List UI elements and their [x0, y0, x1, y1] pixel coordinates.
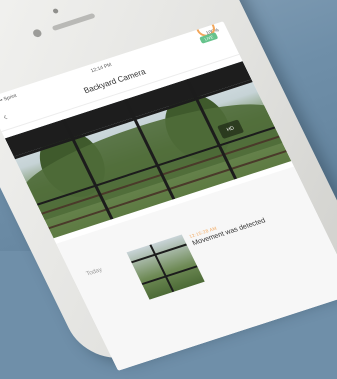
app-screen: •••• Sprint 12:14 PM 100% ‹ Backyard Cam…: [0, 21, 337, 371]
front-sensor: [52, 7, 60, 15]
front-camera-icon: [31, 28, 43, 39]
list-item[interactable]: 12:15:28 AM Movement was detected: [188, 207, 280, 248]
phone-body: •••• Sprint 12:14 PM 100% ‹ Backyard Cam…: [0, 0, 337, 371]
earpiece-speaker: [51, 12, 96, 32]
phone-mockup: •••• Sprint 12:14 PM 100% ‹ Backyard Cam…: [0, 0, 337, 371]
section-label: Today: [85, 267, 104, 278]
